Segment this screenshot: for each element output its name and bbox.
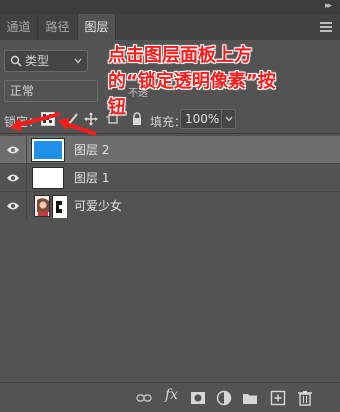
lock-position-icon[interactable] xyxy=(84,112,98,126)
layers-bottom-toolbar: fx xyxy=(0,382,340,412)
photo-image-icon xyxy=(35,196,49,216)
group-folder-icon[interactable] xyxy=(242,390,258,406)
layer-row[interactable]: 图层 2 xyxy=(0,136,340,164)
tab-paths[interactable]: 路径 xyxy=(38,14,78,40)
lock-transparent-pixels-icon[interactable] xyxy=(41,112,55,126)
visibility-eye-icon[interactable] xyxy=(6,173,20,183)
layer-name[interactable]: 图层 1 xyxy=(74,164,109,192)
panel-tabbar: 通道 路径 图层 xyxy=(0,14,340,40)
tab-channels[interactable]: 通道 xyxy=(0,14,38,40)
layer-row[interactable]: 图层 1 xyxy=(0,164,340,192)
panel-menu-icon[interactable] xyxy=(320,22,332,32)
layers-panel: ▸▸ 通道 路径 图层 类型 正常 不透 锁定： 填充： 100% 图层 2 图… xyxy=(0,0,340,412)
tutorial-annotation: 点击图层面板上方 的“锁定透明像素”按 钮 xyxy=(108,43,338,121)
filter-kind-label: 类型 xyxy=(25,54,50,68)
row-separator xyxy=(26,192,27,220)
layer-thumbnail xyxy=(32,167,64,189)
layer-name[interactable]: 可爱少女 xyxy=(74,192,122,220)
tab-layers[interactable]: 图层 xyxy=(78,14,116,40)
new-layer-icon[interactable] xyxy=(270,390,286,406)
row-separator xyxy=(26,164,27,192)
fx-icon[interactable]: fx xyxy=(165,387,178,403)
annotation-line-3: 钮 xyxy=(108,97,126,118)
layer-mask-thumbnail[interactable] xyxy=(52,195,67,218)
visibility-eye-icon[interactable] xyxy=(6,201,20,211)
layer-name[interactable]: 图层 2 xyxy=(74,136,109,164)
blend-mode-value: 正常 xyxy=(10,84,35,98)
mask-shape-icon xyxy=(53,196,67,218)
layer-photo-thumbnail xyxy=(34,195,50,217)
adjustment-icon[interactable] xyxy=(216,390,232,406)
search-icon xyxy=(10,55,22,67)
visibility-eye-icon[interactable] xyxy=(6,145,20,155)
add-mask-icon[interactable] xyxy=(190,390,206,406)
lock-label: 锁定： xyxy=(4,115,41,129)
layer-thumbnail xyxy=(31,138,65,162)
annotation-line-2: 的“锁定透明像素”按 xyxy=(108,71,276,92)
row-separator xyxy=(26,136,27,164)
delete-icon[interactable] xyxy=(297,390,313,406)
chevron-down-icon xyxy=(74,58,82,64)
panel-top-strip: ▸▸ xyxy=(0,0,340,14)
collapse-panel-icon[interactable]: ▸▸ xyxy=(325,2,332,11)
toolbar-divider xyxy=(0,133,340,134)
blend-mode-select[interactable]: 正常 xyxy=(4,80,98,102)
lock-image-pixels-icon[interactable] xyxy=(66,112,80,126)
link-icon[interactable] xyxy=(136,390,152,406)
layer-filter-select[interactable]: 类型 xyxy=(4,50,88,72)
annotation-line-1: 点击图层面板上方 xyxy=(108,45,252,66)
layer-row[interactable]: 可爱少女 xyxy=(0,192,340,220)
